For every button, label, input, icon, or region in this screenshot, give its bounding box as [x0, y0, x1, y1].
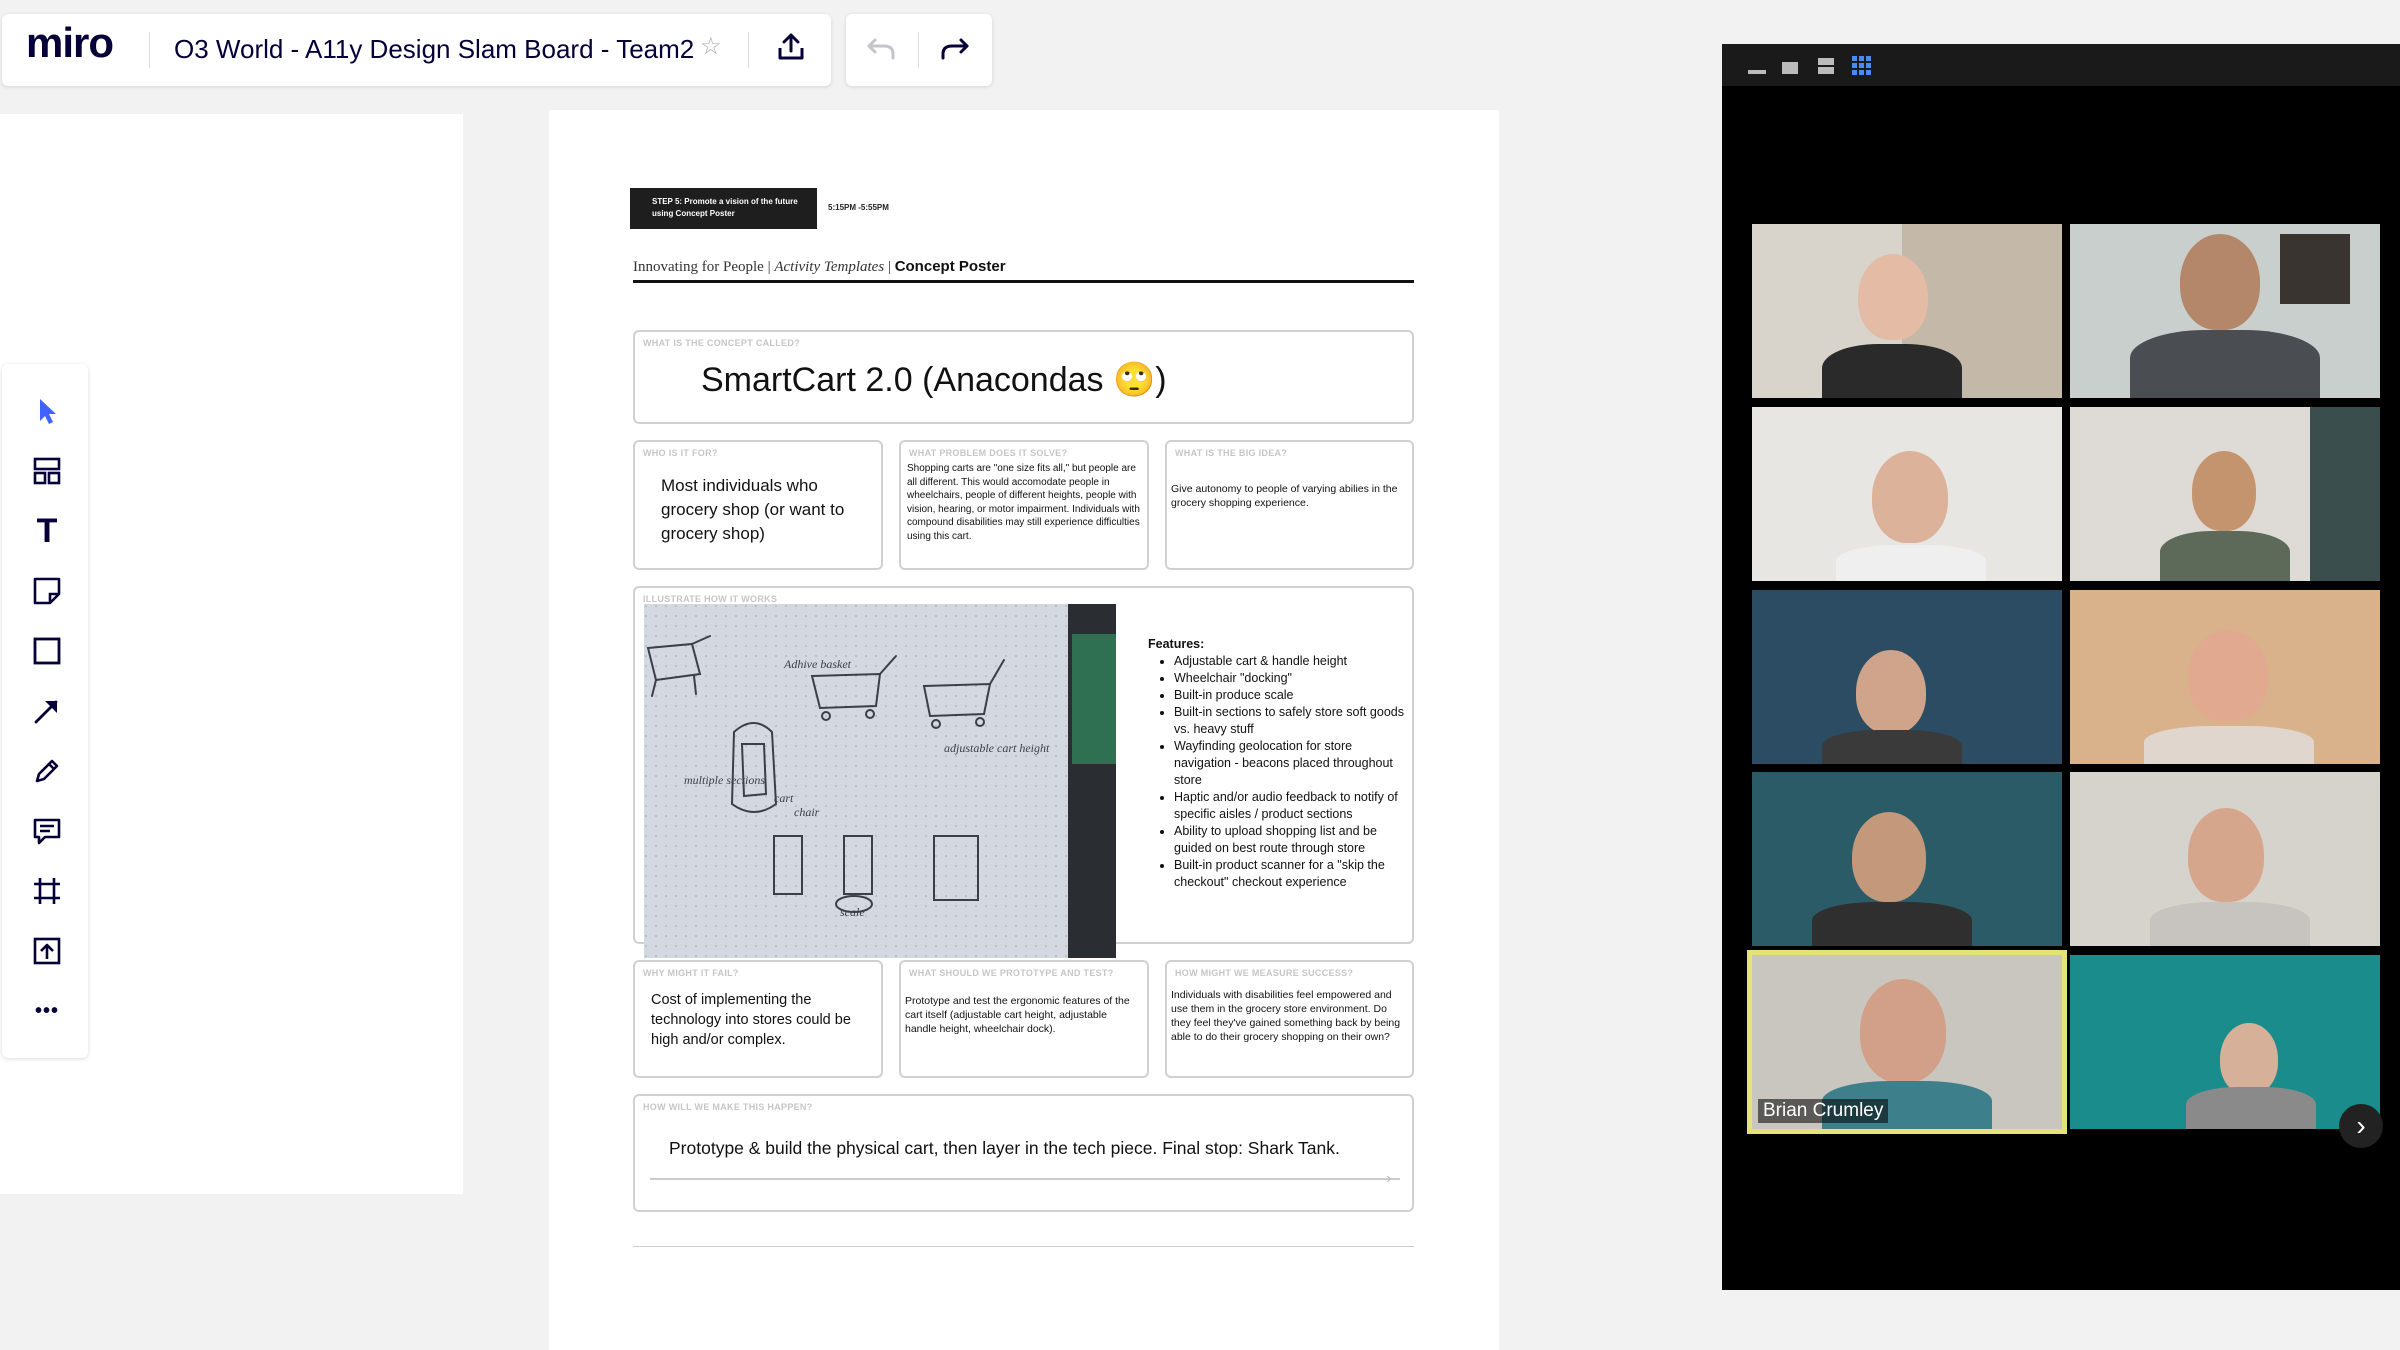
video-tile[interactable]	[1752, 590, 2062, 764]
box-label: HOW MIGHT WE MEASURE SUCCESS?	[1175, 968, 1354, 978]
more-icon[interactable]: •••	[24, 988, 70, 1034]
video-tile[interactable]	[2070, 955, 2380, 1129]
concept-name-box[interactable]: WHAT IS THE CONCEPT CALLED? SmartCart 2.…	[633, 330, 1414, 424]
prototype-text: Prototype and test the ergonomic feature…	[905, 995, 1130, 1035]
crumb: Innovating for People	[633, 259, 764, 275]
pen-icon[interactable]	[24, 748, 70, 794]
square-icon[interactable]	[24, 628, 70, 674]
video-tile[interactable]	[1752, 407, 2062, 581]
box-label: WHO IS IT FOR?	[643, 448, 718, 458]
measure-text: Individuals with disabilities feel empow…	[1171, 989, 1401, 1043]
svg-text:scale: scale	[840, 905, 865, 919]
box-label: ILLUSTRATE HOW IT WORKS	[643, 594, 778, 604]
box-label: HOW WILL WE MAKE THIS HAPPEN?	[643, 1102, 813, 1112]
box-label: WHAT SHOULD WE PROTOTYPE AND TEST?	[909, 968, 1114, 978]
video-tile-active-speaker[interactable]: Brian Crumley	[1747, 950, 2067, 1134]
fail-text: Cost of implementing the technology into…	[651, 992, 851, 1048]
miro-logo[interactable]: miro	[26, 22, 114, 64]
box-label: WHAT IS THE CONCEPT CALLED?	[643, 338, 800, 348]
features-list: Features: Adjustable cart & handle heigh…	[1148, 636, 1408, 891]
measure-box[interactable]: HOW MIGHT WE MEASURE SUCCESS? Individual…	[1165, 960, 1414, 1078]
arrow-icon[interactable]	[24, 688, 70, 734]
comment-icon[interactable]	[24, 808, 70, 854]
video-call-toolbar	[1722, 44, 2400, 86]
feature-item: Wheelchair "docking"	[1174, 670, 1408, 687]
gallery-view-icon[interactable]	[1852, 56, 1872, 76]
sticky-note-icon[interactable]	[24, 568, 70, 614]
feature-item: Built-in produce scale	[1174, 687, 1408, 704]
star-icon[interactable]: ☆	[700, 32, 722, 61]
who-box[interactable]: WHO IS IT FOR? Most individuals who groc…	[633, 440, 883, 570]
svg-text:adjustable cart height: adjustable cart height	[944, 741, 1050, 755]
left-toolbar: T •••	[2, 364, 88, 1058]
svg-text:cart: cart	[774, 791, 794, 805]
divider	[748, 32, 749, 68]
feature-item: Built-in product scanner for a "skip the…	[1174, 857, 1408, 891]
cart-sketch-image[interactable]: Adhive basket adjustable cart height mult…	[644, 604, 1116, 958]
who-text: Most individuals who grocery shop (or wa…	[661, 476, 845, 543]
minimize-icon[interactable]	[1748, 70, 1766, 74]
share-upload-icon[interactable]	[776, 32, 806, 67]
divider	[149, 32, 150, 68]
video-tile[interactable]	[2070, 590, 2380, 764]
box-label: WHY MIGHT IT FAIL?	[643, 968, 739, 978]
features-title: Features:	[1148, 637, 1205, 651]
board-title[interactable]: O3 World - A11y Design Slam Board - Team…	[174, 34, 694, 65]
next-page-button[interactable]: ›	[2339, 1104, 2383, 1148]
fail-box[interactable]: WHY MIGHT IT FAIL? Cost of implementing …	[633, 960, 883, 1078]
footer-rule	[633, 1246, 1414, 1247]
feature-item: Adjustable cart & handle height	[1174, 653, 1408, 670]
idea-box[interactable]: WHAT IS THE BIG IDEA? Give autonomy to p…	[1165, 440, 1414, 570]
step-label: STEP 5: Promote a vision of the future u…	[630, 188, 817, 229]
participant-name: Brian Crumley	[1758, 1099, 1889, 1123]
header-rule	[633, 280, 1414, 283]
crumb-current: Concept Poster	[894, 258, 1006, 275]
box-label: WHAT IS THE BIG IDEA?	[1175, 448, 1288, 458]
divider	[918, 32, 919, 68]
svg-text:multiple sections: multiple sections	[684, 773, 765, 787]
crumb: Activity Templates	[774, 259, 885, 275]
svg-text:Adhive basket: Adhive basket	[783, 657, 852, 671]
upload-icon[interactable]	[24, 928, 70, 974]
box-label: WHAT PROBLEM DOES IT SOLVE?	[909, 448, 1068, 458]
feature-item: Haptic and/or audio feedback to notify o…	[1174, 789, 1408, 823]
redo-icon[interactable]	[940, 36, 970, 67]
problem-box[interactable]: WHAT PROBLEM DOES IT SOLVE? Shopping car…	[899, 440, 1149, 570]
text-icon[interactable]: T	[24, 508, 70, 554]
poster-breadcrumb: Innovating for People | Activity Templat…	[633, 258, 1006, 275]
feature-item: Built-in sections to safely store soft g…	[1174, 704, 1408, 738]
video-tile[interactable]	[2070, 224, 2380, 398]
concept-name: SmartCart 2.0 (Anacondas 🙄)	[701, 361, 1167, 399]
video-tile[interactable]	[1752, 224, 2062, 398]
video-tile[interactable]	[2070, 772, 2380, 946]
video-tile[interactable]	[2070, 407, 2380, 581]
undo-icon[interactable]	[866, 36, 896, 67]
idea-text: Give autonomy to people of varying abili…	[1171, 483, 1398, 509]
svg-text:chair: chair	[794, 805, 820, 819]
problem-text: Shopping carts are "one size fits all," …	[907, 463, 1140, 542]
video-tile[interactable]	[1752, 772, 2062, 946]
happen-text: Prototype & build the physical cart, the…	[669, 1138, 1340, 1158]
happen-box[interactable]: HOW WILL WE MAKE THIS HAPPEN? Prototype …	[633, 1094, 1414, 1212]
feature-item: Wayfinding geolocation for store navigat…	[1174, 738, 1408, 789]
frame-icon[interactable]	[24, 868, 70, 914]
timeline-line	[650, 1178, 1400, 1180]
prototype-box[interactable]: WHAT SHOULD WE PROTOTYPE AND TEST? Proto…	[899, 960, 1149, 1078]
timeline-arrow-icon: ›	[1386, 1170, 1392, 1187]
cursor-icon[interactable]	[24, 388, 70, 434]
step-time: 5:15PM -5:55PM	[828, 203, 889, 212]
speaker-view-icon[interactable]	[1818, 58, 1834, 74]
templates-icon[interactable]	[24, 448, 70, 494]
small-view-icon[interactable]	[1782, 62, 1798, 74]
feature-item: Ability to upload shopping list and be g…	[1174, 823, 1408, 857]
